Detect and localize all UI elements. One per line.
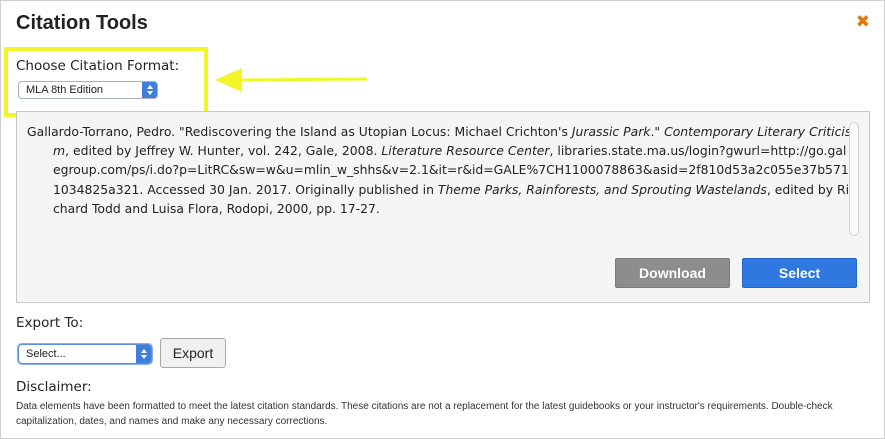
export-select[interactable]: Select... <box>18 344 152 364</box>
citation-format-value: MLA 8th Edition <box>26 84 104 96</box>
citation-format-label: Choose Citation Format: <box>16 58 180 74</box>
citation-after-work: ." <box>650 124 665 139</box>
disclaimer-label: Disclaimer: <box>16 379 92 395</box>
download-button[interactable]: Download <box>615 258 730 288</box>
citation-text[interactable]: Gallardo-Torrano, Pedro. "Rediscovering … <box>27 122 853 218</box>
citation-format-select[interactable]: MLA 8th Edition <box>18 81 158 99</box>
select-button[interactable]: Select <box>742 258 857 288</box>
dialog-title: Citation Tools <box>16 12 148 34</box>
citation-original-title: Theme Parks, Rainforests, and Sprouting … <box>437 181 767 197</box>
citation-work-title: Jurassic Park <box>571 124 651 139</box>
left-arrow-annotation-icon <box>215 68 368 92</box>
citation-tools-dialog: Citation Tools ✖ Choose Citation Format:… <box>0 0 885 439</box>
citation-panel: Gallardo-Torrano, Pedro. "Rediscovering … <box>16 111 870 303</box>
export-button[interactable]: Export <box>160 338 226 368</box>
export-select-value: Select... <box>26 348 66 360</box>
citation-scrollbar[interactable] <box>849 122 859 236</box>
citation-database: Literature Resource Center <box>381 143 550 159</box>
citation-author: Gallardo-Torrano, Pedro. "Rediscovering … <box>27 124 572 139</box>
select-arrows-icon <box>136 345 151 363</box>
citation-editors: , edited by Jeffrey W. Hunter, vol. 242,… <box>65 143 382 159</box>
disclaimer-text: Data elements have been formatted to mee… <box>16 401 833 427</box>
select-arrows-icon <box>142 82 157 98</box>
export-to-label: Export To: <box>16 315 84 331</box>
close-icon[interactable]: ✖ <box>856 13 870 31</box>
